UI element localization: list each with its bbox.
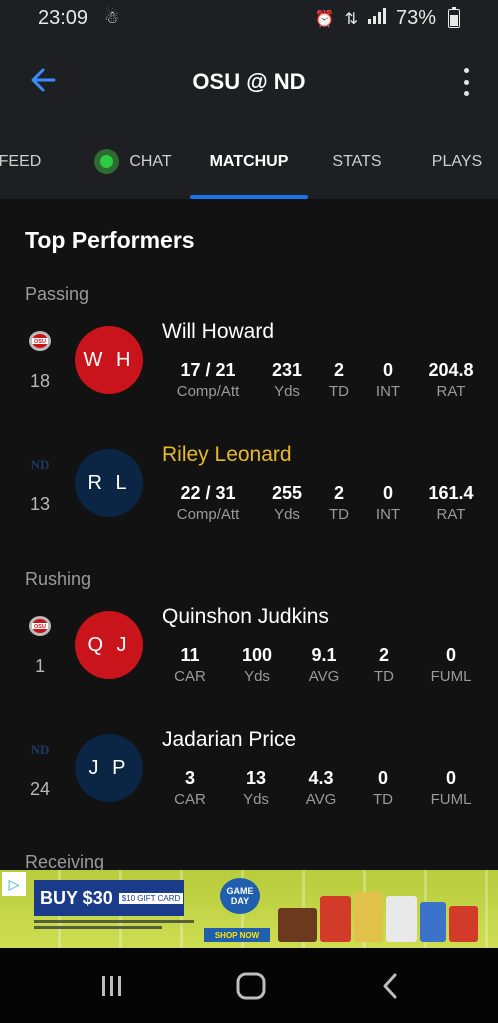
player-row[interactable]: OSU 1 Q J Quinshon Judkins 11 CAR 100 Yds …	[0, 605, 498, 711]
stat-value: 161.4	[428, 483, 474, 503]
stat-comp-att: 22 / 31 Comp/Att	[168, 483, 248, 526]
player-name[interactable]: Quinshon Judkins	[162, 605, 329, 629]
battery-percent: 73%	[395, 7, 436, 29]
system-nav-bar	[0, 948, 498, 1023]
ad-headline-text: BUY $30	[40, 887, 113, 908]
stat-value: 0	[445, 768, 456, 788]
category-rushing: Rushing	[25, 569, 92, 589]
tab-plays-label: PLAYS	[431, 152, 483, 170]
status-icons: ⏰ ⇅ 73%	[315, 7, 460, 30]
ad-headline: BUY $30 $10 GIFT CARD	[34, 880, 184, 916]
player-avatar: W H	[75, 326, 143, 394]
player-row[interactable]: ND 24 J P Jadarian Price 3 CAR 13 Yds 4.3 A…	[0, 728, 498, 834]
stat-fuml: 0 FUML	[411, 768, 491, 811]
tab-stats[interactable]: STATS	[318, 124, 396, 199]
ad-banner[interactable]: ▷ BUY $30 $10 GIFT CARD GAME DAY SHOP NO…	[0, 870, 498, 948]
notification-icon: ☃	[104, 8, 120, 27]
more-vert-icon	[463, 68, 469, 73]
tab-matchup-label: MATCHUP	[209, 152, 289, 170]
tab-matchup[interactable]: MATCHUP	[190, 124, 308, 199]
nd-logo-icon: ND	[31, 742, 50, 757]
stat-label: FUML	[430, 668, 472, 685]
player-avatar: R L	[75, 449, 143, 517]
active-tab-indicator	[190, 195, 308, 199]
stat-label: FUML	[430, 791, 472, 808]
status-time: 23:09	[38, 7, 89, 29]
jersey-number: 24	[29, 779, 51, 799]
stat-value: 22 / 31	[180, 483, 236, 503]
jersey-number: 18	[29, 371, 51, 391]
home-button[interactable]	[221, 966, 281, 1006]
osu-logo-icon: OSU	[29, 616, 51, 636]
ad-fine-print	[34, 920, 194, 929]
player-row[interactable]: ND 13 R L Riley Leonard 22 / 31 Comp/Att …	[0, 443, 498, 549]
ad-shop-button[interactable]: SHOP NOW	[204, 928, 270, 942]
tab-feed[interactable]: FEED	[0, 124, 44, 199]
player-name[interactable]: Jadarian Price	[162, 728, 296, 752]
jersey-number: 13	[29, 494, 51, 514]
tab-plays[interactable]: PLAYS	[416, 124, 498, 199]
more-options-button[interactable]	[458, 66, 474, 98]
jersey-number: 1	[34, 656, 45, 676]
svg-text:ND: ND	[31, 457, 50, 472]
tab-stats-label: STATS	[332, 152, 382, 170]
tab-chat-label: CHAT	[129, 152, 172, 170]
page-title: OSU @ ND	[192, 69, 306, 94]
tab-chat[interactable]: CHAT	[88, 124, 178, 199]
recent-apps-icon	[102, 976, 121, 996]
chat-status-icon	[94, 149, 120, 174]
svg-text:OSU: OSU	[34, 624, 46, 630]
nd-logo-icon: ND	[31, 457, 50, 472]
stat-rat: 161.4 RAT	[411, 483, 491, 526]
category-passing: Passing	[25, 284, 90, 304]
ad-gameday-logo: GAME DAY	[220, 878, 260, 914]
stat-label: Comp/Att	[176, 383, 240, 400]
section-title: Top Performers	[25, 227, 195, 253]
player-name[interactable]: Will Howard	[162, 320, 274, 344]
home-icon	[236, 972, 266, 1000]
svg-text:ND: ND	[31, 742, 50, 757]
svg-text:OSU: OSU	[34, 339, 46, 345]
stat-value: 204.8	[428, 360, 474, 380]
tab-feed-label: FEED	[0, 152, 42, 170]
data-transfer-icon: ⇅	[344, 10, 358, 28]
back-nav-button[interactable]	[360, 966, 420, 1006]
stat-fuml: 0 FUML	[411, 645, 491, 688]
recent-apps-button[interactable]	[82, 966, 142, 1006]
stat-label: RAT	[436, 506, 466, 523]
stat-rat: 204.8 RAT	[411, 360, 491, 403]
signal-icon	[367, 8, 386, 29]
ad-gift-text: $10 GIFT CARD	[118, 892, 184, 904]
stat-value: 17 / 21	[180, 360, 236, 380]
osu-logo-icon: OSU	[29, 331, 51, 351]
ad-products-image	[278, 880, 478, 942]
player-avatar: Q J	[75, 611, 143, 679]
chevron-left-icon	[383, 973, 397, 999]
status-bar: 23:09 ☃ ⏰ ⇅ 73%	[0, 0, 498, 40]
stat-label: Comp/Att	[176, 506, 240, 523]
player-name[interactable]: Riley Leonard	[162, 443, 292, 467]
app-bar: OSU @ ND	[0, 40, 498, 124]
player-avatar: J P	[75, 734, 143, 802]
stat-comp-att: 17 / 21 Comp/Att	[168, 360, 248, 403]
battery-icon	[448, 7, 460, 28]
tab-bar: FEED CHAT MATCHUP STATS PLAYS	[0, 124, 498, 199]
stat-value: 0	[445, 645, 456, 665]
stat-label: RAT	[436, 383, 466, 400]
alarm-icon: ⏰	[314, 10, 335, 28]
ad-choices-icon[interactable]: ▷	[2, 872, 26, 896]
player-row[interactable]: OSU 18 W H Will Howard 17 / 21 Comp/Att 2…	[0, 320, 498, 426]
